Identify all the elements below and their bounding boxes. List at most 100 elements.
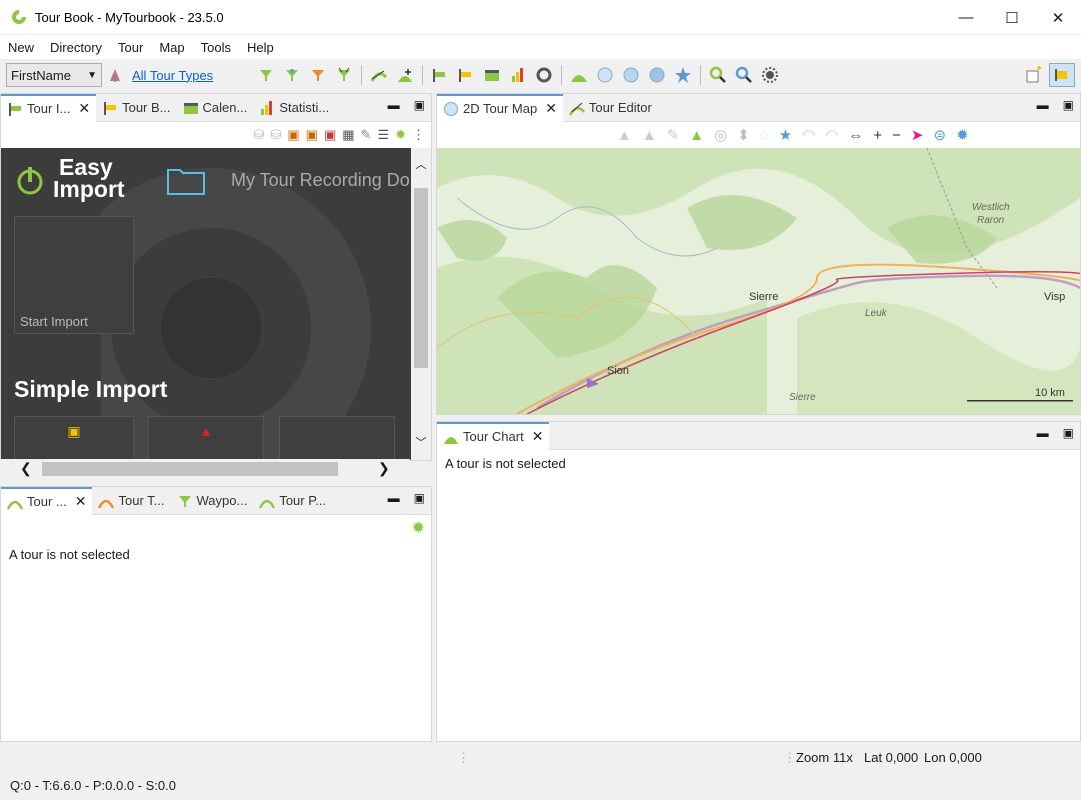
gear-icon[interactable]: [759, 64, 781, 86]
filter-icon[interactable]: [255, 64, 277, 86]
ring-gray-icon[interactable]: ◌: [760, 127, 769, 144]
ring-icon[interactable]: [533, 64, 555, 86]
tab-tour-editor[interactable]: Tour Editor: [563, 94, 658, 122]
maximize-button[interactable]: ☐: [989, 0, 1035, 35]
tab-statistics[interactable]: Statisti...: [253, 94, 335, 122]
filter-marker-icon[interactable]: [333, 64, 355, 86]
minimize-panel-icon[interactable]: ▬: [388, 98, 400, 112]
sync-icon[interactable]: ⇔: [848, 127, 863, 144]
add-tour-icon[interactable]: [394, 64, 416, 86]
maximize-panel-icon[interactable]: ▣: [414, 98, 425, 112]
tab-calendar[interactable]: Calen...: [177, 94, 254, 122]
close-icon[interactable]: ✕: [78, 100, 90, 117]
tour-book-icon[interactable]: [455, 64, 477, 86]
arc-gray-icon[interactable]: ◠: [802, 126, 815, 144]
compare-icon[interactable]: [368, 64, 390, 86]
menu-map[interactable]: Map: [151, 40, 192, 55]
close-icon[interactable]: ✕: [75, 493, 87, 510]
minimize-panel-icon[interactable]: ▬: [1037, 98, 1049, 112]
pin-gray-icon[interactable]: ⬍: [737, 126, 750, 144]
chart-icon[interactable]: ☰: [377, 127, 389, 143]
bookmark-star-icon[interactable]: ★: [779, 126, 792, 144]
tab-tour-pauses[interactable]: Tour P...: [253, 487, 332, 515]
start-import-tile[interactable]: Start Import: [14, 216, 134, 334]
all-tour-types-link[interactable]: All Tour Types: [132, 68, 213, 83]
maximize-panel-icon[interactable]: ▣: [414, 491, 425, 505]
db-icon[interactable]: ⛁: [254, 127, 265, 143]
arc-gray2-icon[interactable]: ◠: [825, 126, 838, 144]
menu-tools[interactable]: Tools: [193, 40, 239, 55]
scroll-up-icon[interactable]: ︿: [411, 156, 431, 172]
menu-tour[interactable]: Tour: [110, 40, 151, 55]
search-icon[interactable]: [707, 64, 729, 86]
horizontal-scrollbar[interactable]: ❮ ❯: [0, 459, 410, 479]
tab-tour-tags[interactable]: Tour T...: [92, 487, 170, 515]
import-delete-icon[interactable]: ▣: [324, 127, 336, 143]
close-icon[interactable]: ✕: [545, 100, 557, 117]
close-icon[interactable]: ✕: [532, 428, 544, 445]
scroll-left-icon[interactable]: ❮: [20, 460, 32, 477]
tour-import-icon[interactable]: [429, 64, 451, 86]
direction-arrow-icon[interactable]: ➤: [911, 126, 924, 144]
pen-gray-icon[interactable]: ✎: [667, 126, 680, 144]
triangle-gray2-icon[interactable]: ▲: [642, 127, 657, 144]
db2-icon[interactable]: ⛁: [270, 127, 281, 143]
filter-geo-icon[interactable]: [281, 64, 303, 86]
simple-import-folder-tile[interactable]: ▣: [14, 416, 134, 460]
favorites-star-icon[interactable]: [672, 64, 694, 86]
menu-help[interactable]: Help: [239, 40, 282, 55]
simple-import-tile3[interactable]: [279, 416, 395, 460]
import-folder-icon[interactable]: ▣: [287, 127, 299, 143]
scroll-down-icon[interactable]: ﹀: [411, 434, 431, 450]
tab-waypoints[interactable]: Waypo...: [171, 487, 254, 515]
open-perspective-icon[interactable]: [1023, 64, 1045, 86]
folder-path-text[interactable]: My Tour Recording Do: [231, 170, 410, 191]
menu-directory[interactable]: Directory: [42, 40, 110, 55]
map-3d-icon[interactable]: [646, 64, 668, 86]
brush-icon[interactable]: ✎: [361, 127, 372, 143]
settings-sun-icon[interactable]: ✹: [395, 127, 406, 143]
tab-2d-tour-map[interactable]: 2D Tour Map ✕: [437, 93, 563, 122]
tour-chart-icon[interactable]: [568, 64, 590, 86]
filter-tag-icon[interactable]: [307, 64, 329, 86]
triangle-gray-icon[interactable]: ▲: [617, 127, 632, 144]
settings-sun-icon[interactable]: ✹: [412, 518, 425, 538]
scroll-thumb[interactable]: [414, 188, 428, 368]
map-settings-icon[interactable]: ✹: [956, 126, 969, 144]
zoom-out-icon[interactable]: −: [892, 127, 901, 144]
map-25d-icon[interactable]: [620, 64, 642, 86]
device-arrow-icon: ▲: [199, 423, 213, 439]
vertical-scrollbar[interactable]: ︿ ﹀: [411, 148, 431, 460]
hscroll-thumb[interactable]: [42, 462, 338, 476]
tab-tour-data[interactable]: Tour ... ✕: [1, 486, 93, 515]
search-tours-icon[interactable]: [733, 64, 755, 86]
triangle-green-icon[interactable]: ▲: [689, 127, 704, 144]
tab-tour-import[interactable]: Tour I... ✕: [1, 93, 97, 122]
menu-new[interactable]: New: [0, 40, 42, 55]
power-icon[interactable]: [15, 166, 45, 196]
minimize-button[interactable]: —: [943, 0, 989, 35]
layers-icon[interactable]: ⊜: [934, 126, 947, 144]
calendar-icon[interactable]: [481, 64, 503, 86]
map-2d-icon[interactable]: [594, 64, 616, 86]
grid-icon[interactable]: ▦: [342, 127, 354, 143]
map-label-westlich: Westlich: [972, 202, 1010, 213]
minimize-panel-icon[interactable]: ▬: [388, 491, 400, 505]
scroll-right-icon[interactable]: ❯: [378, 460, 390, 477]
tab-tour-chart[interactable]: Tour Chart ✕: [437, 421, 550, 450]
more-vertical-icon[interactable]: ⋮: [412, 127, 425, 143]
folder-icon[interactable]: [166, 166, 206, 196]
map-canvas[interactable]: Sierre Sion Visp Leuk Westlich Raron Sie…: [437, 148, 1080, 414]
maximize-panel-icon[interactable]: ▣: [1063, 426, 1074, 440]
maximize-panel-icon[interactable]: ▣: [1063, 98, 1074, 112]
circle-gray-icon[interactable]: ◎: [714, 126, 727, 144]
perspective-tourbook-icon[interactable]: [1049, 63, 1075, 87]
zoom-in-icon[interactable]: +: [873, 127, 882, 144]
tab-tour-book[interactable]: Tour B...: [96, 94, 176, 122]
simple-import-device-tile[interactable]: ▲: [148, 416, 264, 460]
import-save-icon[interactable]: ▣: [306, 127, 318, 143]
close-window-button[interactable]: ✕: [1035, 0, 1081, 35]
statistics-icon[interactable]: [507, 64, 529, 86]
minimize-panel-icon[interactable]: ▬: [1037, 426, 1049, 440]
person-select[interactable]: FirstName ▼: [6, 63, 102, 87]
